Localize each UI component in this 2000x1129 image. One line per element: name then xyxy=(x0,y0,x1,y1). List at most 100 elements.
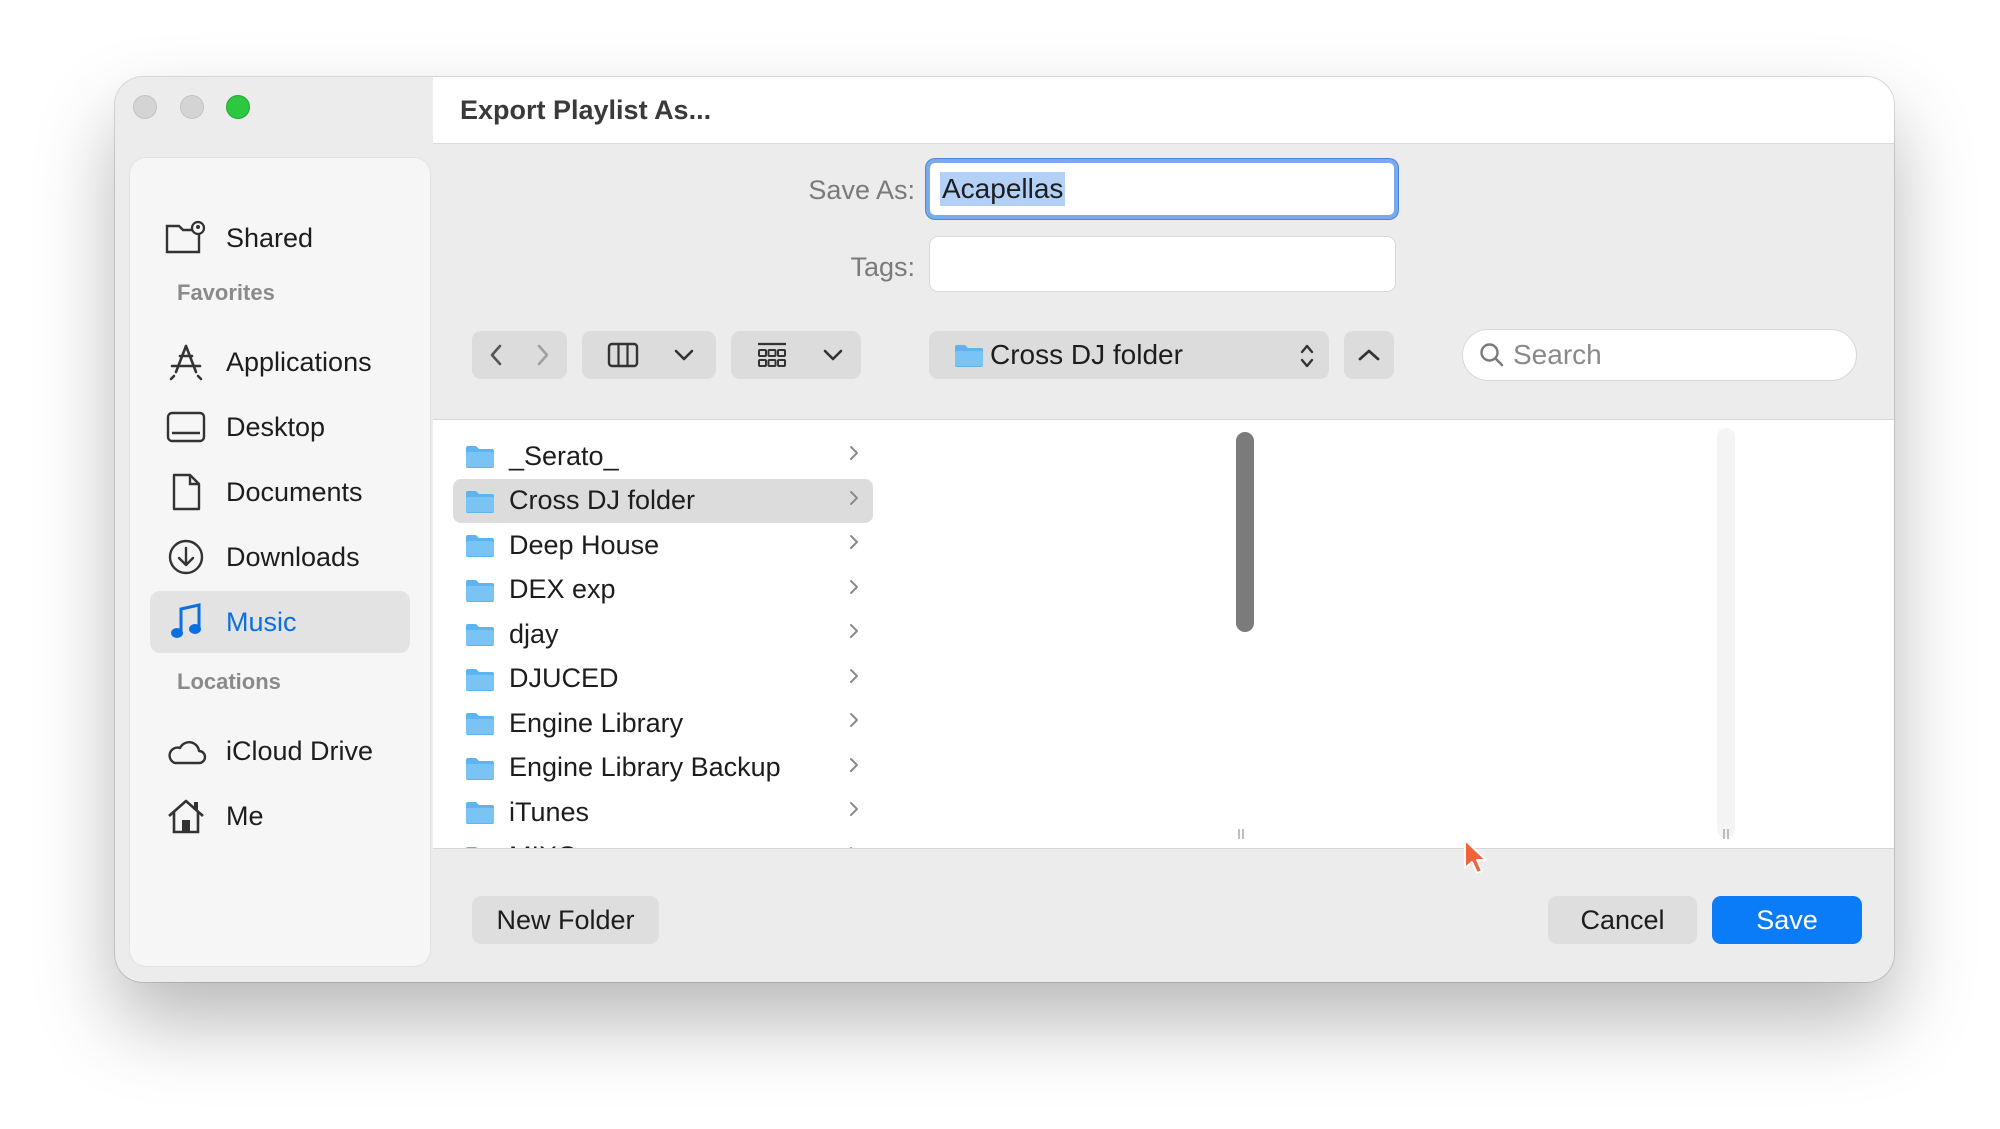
home-icon xyxy=(164,794,208,838)
folder-icon xyxy=(955,345,983,367)
column-resize-handle[interactable] xyxy=(1237,828,1245,840)
cloud-icon xyxy=(164,729,208,773)
file-row[interactable]: Engine Library Backup xyxy=(453,746,873,790)
shared-folder-icon xyxy=(164,216,208,260)
search-placeholder: Search xyxy=(1513,339,1602,370)
sidebar-item-label: iCloud Drive xyxy=(226,735,374,766)
desktop-icon xyxy=(164,405,208,449)
minimize-window-button[interactable] xyxy=(180,95,204,119)
file-row[interactable]: DEX exp xyxy=(453,568,873,612)
sidebar-item-label: Desktop xyxy=(226,411,326,442)
folder-icon xyxy=(466,802,494,824)
close-window-button[interactable] xyxy=(133,95,157,119)
empty-column-track xyxy=(1717,428,1735,838)
tags-field[interactable] xyxy=(929,236,1396,292)
file-row[interactable]: Deep House xyxy=(453,523,873,567)
chevron-right-icon xyxy=(850,846,853,848)
file-name: DEX exp xyxy=(509,574,616,604)
sidebar-item-applications[interactable]: Applications xyxy=(150,331,410,393)
file-row[interactable]: djay xyxy=(453,612,873,656)
scrollbar-thumb[interactable] xyxy=(1236,432,1254,632)
folder-icon xyxy=(466,668,494,691)
chevron-right-icon xyxy=(850,802,858,816)
column-view-icon xyxy=(582,331,664,379)
chevron-right-icon xyxy=(850,713,858,727)
cancel-button[interactable]: Cancel xyxy=(1548,896,1697,944)
folder-icon xyxy=(466,446,494,468)
chevron-left-icon xyxy=(490,344,501,366)
up-down-chevron-icon xyxy=(1300,344,1314,368)
location-popup[interactable]: Cross DJ folder xyxy=(929,331,1329,379)
sidebar-item-music[interactable]: Music xyxy=(150,591,410,653)
chevron-down-icon xyxy=(664,331,704,379)
zoom-window-button[interactable] xyxy=(226,95,250,119)
file-browser: _Serato_ Cross DJ folder Deep House DEX exp… xyxy=(433,419,1894,849)
folder-icon xyxy=(466,757,494,780)
chevron-right-icon xyxy=(850,624,858,638)
collapse-browser-button[interactable] xyxy=(1344,331,1394,379)
file-row[interactable]: iTunes xyxy=(453,790,873,834)
sidebar-item-icloud-drive[interactable]: iCloud Drive xyxy=(150,720,410,782)
chevron-right-icon xyxy=(850,446,858,460)
new-folder-button[interactable]: New Folder xyxy=(472,896,659,944)
locations-header: Locations xyxy=(177,669,281,694)
file-name: Deep House xyxy=(509,529,660,560)
file-name: _Serato_ xyxy=(509,440,619,471)
folder-icon xyxy=(466,624,494,646)
file-name: Engine Library Backup xyxy=(509,752,781,782)
chevron-up-icon xyxy=(1358,349,1380,361)
file-row[interactable]: Engine Library xyxy=(453,701,873,745)
file-row[interactable]: DJUCED xyxy=(453,657,873,701)
mouse-cursor-icon xyxy=(1464,839,1487,874)
favorites-header: Favorites xyxy=(177,280,275,305)
chevron-right-icon xyxy=(537,344,548,366)
column-resize-handle[interactable] xyxy=(1722,828,1730,840)
view-mode-button[interactable] xyxy=(582,331,716,379)
chevron-right-icon xyxy=(850,757,858,772)
back-button[interactable] xyxy=(472,331,519,379)
sidebar: Shared Favorites Applications Desktop Do… xyxy=(130,158,430,966)
chevron-right-icon xyxy=(850,668,858,683)
file-name: djay xyxy=(509,618,559,649)
group-button[interactable] xyxy=(731,331,861,379)
sidebar-item-label: Music xyxy=(226,606,297,637)
file-name: MIXO xyxy=(509,841,578,848)
file-row[interactable]: MIXO xyxy=(453,835,873,848)
file-name: iTunes xyxy=(509,796,590,827)
location-popup-label: Cross DJ folder xyxy=(990,339,1183,370)
save-as-value: Acapellas xyxy=(940,172,1066,206)
file-name: Engine Library xyxy=(509,707,684,738)
save-as-field[interactable]: Acapellas xyxy=(926,159,1398,219)
sidebar-item-label: Documents xyxy=(226,476,363,507)
save-dialog-window: Export Playlist As... Shared Favorites A… xyxy=(115,77,1894,982)
folder-icon xyxy=(466,579,494,602)
sidebar-item-label: Shared xyxy=(226,222,314,253)
sidebar-item-documents[interactable]: Documents xyxy=(150,461,410,523)
save-button[interactable]: Save xyxy=(1712,896,1862,944)
chevron-right-icon xyxy=(850,579,858,594)
sidebar-item-shared[interactable]: Shared xyxy=(150,207,410,269)
file-name: DJUCED xyxy=(509,663,619,693)
forward-button[interactable] xyxy=(519,331,566,379)
sidebar-item-label: Downloads xyxy=(226,541,360,572)
folder-icon xyxy=(466,846,478,848)
file-row[interactable]: Cross DJ folder xyxy=(453,478,873,523)
sidebar-item-me[interactable]: Me xyxy=(150,785,410,847)
chevron-right-icon xyxy=(850,535,858,549)
tags-label: Tags: xyxy=(850,252,915,282)
chevron-right-icon xyxy=(850,490,858,505)
sidebar-item-label: Me xyxy=(226,800,264,831)
search-field[interactable]: Search xyxy=(1462,329,1857,381)
folder-icon xyxy=(466,713,494,735)
music-note-icon xyxy=(164,600,208,644)
folder-icon xyxy=(466,490,494,513)
grid-group-icon xyxy=(731,331,813,379)
dialog-title: Export Playlist As... xyxy=(460,95,712,125)
search-icon xyxy=(1480,343,1504,367)
sidebar-item-downloads[interactable]: Downloads xyxy=(150,526,410,588)
save-as-label: Save As: xyxy=(808,175,915,205)
document-icon xyxy=(164,470,208,514)
file-name: Cross DJ folder xyxy=(509,485,696,515)
sidebar-item-desktop[interactable]: Desktop xyxy=(150,396,410,458)
file-row[interactable]: _Serato_ xyxy=(453,434,873,478)
